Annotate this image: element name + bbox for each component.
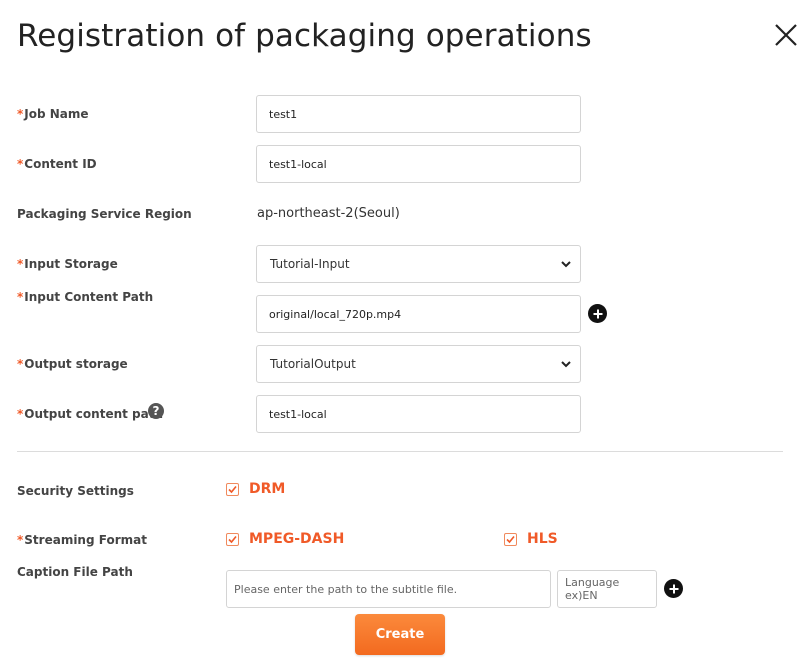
dialog-title: Registration of packaging operations bbox=[17, 18, 592, 54]
hls-label: HLS bbox=[527, 531, 558, 547]
drm-checkbox[interactable]: DRM bbox=[226, 481, 285, 497]
security-settings-label: Security Settings bbox=[17, 484, 134, 498]
input-storage-select[interactable]: Tutorial-Input bbox=[256, 245, 581, 283]
region-label: Packaging Service Region bbox=[17, 207, 192, 221]
caption-language-input[interactable]: Language ex)EN bbox=[557, 570, 657, 608]
input-storage-label: *Input Storage bbox=[17, 257, 118, 271]
required-mark: * bbox=[17, 357, 24, 371]
chevron-down-icon bbox=[561, 261, 571, 268]
job-name-input[interactable]: test1 bbox=[256, 95, 581, 133]
output-storage-select[interactable]: TutorialOutput bbox=[256, 345, 581, 383]
content-id-input[interactable]: test1-local bbox=[256, 145, 581, 183]
input-content-path-input[interactable]: original/local_720p.mp4 bbox=[256, 295, 581, 333]
required-mark: * bbox=[17, 407, 24, 421]
checkmark-icon bbox=[228, 535, 237, 543]
checkbox-box bbox=[226, 532, 239, 546]
mpeg-dash-checkbox[interactable]: MPEG-DASH bbox=[226, 531, 344, 547]
caption-path-input[interactable]: Please enter the path to the subtitle fi… bbox=[226, 570, 551, 608]
required-mark: * bbox=[17, 290, 24, 304]
streaming-format-label: *Streaming Format bbox=[17, 533, 147, 547]
output-content-path-label: *Output content path bbox=[17, 407, 164, 421]
region-value: ap-northeast-2(Seoul) bbox=[257, 206, 400, 221]
create-button[interactable]: Create bbox=[355, 614, 445, 655]
input-content-path-label: *Input Content Path bbox=[17, 290, 154, 304]
required-mark: * bbox=[17, 257, 24, 271]
section-divider bbox=[17, 451, 783, 452]
job-name-label: *Job Name bbox=[17, 107, 89, 121]
add-input-path-plus-icon[interactable] bbox=[588, 304, 607, 323]
checkbox-box bbox=[504, 532, 517, 546]
help-icon[interactable]: ? bbox=[148, 403, 164, 419]
required-mark: * bbox=[17, 157, 24, 171]
caption-file-path-label: Caption File Path bbox=[17, 565, 133, 579]
output-storage-label: *Output storage bbox=[17, 357, 128, 371]
close-icon[interactable] bbox=[771, 20, 801, 50]
required-mark: * bbox=[17, 533, 24, 547]
output-content-path-input[interactable]: test1-local bbox=[256, 395, 581, 433]
add-caption-plus-icon[interactable] bbox=[664, 579, 683, 598]
drm-label: DRM bbox=[249, 481, 286, 497]
mpeg-dash-label: MPEG-DASH bbox=[249, 531, 345, 547]
checkmark-icon bbox=[228, 485, 237, 493]
hls-checkbox[interactable]: HLS bbox=[504, 531, 558, 547]
checkmark-icon bbox=[506, 535, 515, 543]
checkbox-box bbox=[226, 482, 239, 496]
content-id-label: *Content ID bbox=[17, 157, 97, 171]
required-mark: * bbox=[17, 107, 24, 121]
chevron-down-icon bbox=[561, 361, 571, 368]
